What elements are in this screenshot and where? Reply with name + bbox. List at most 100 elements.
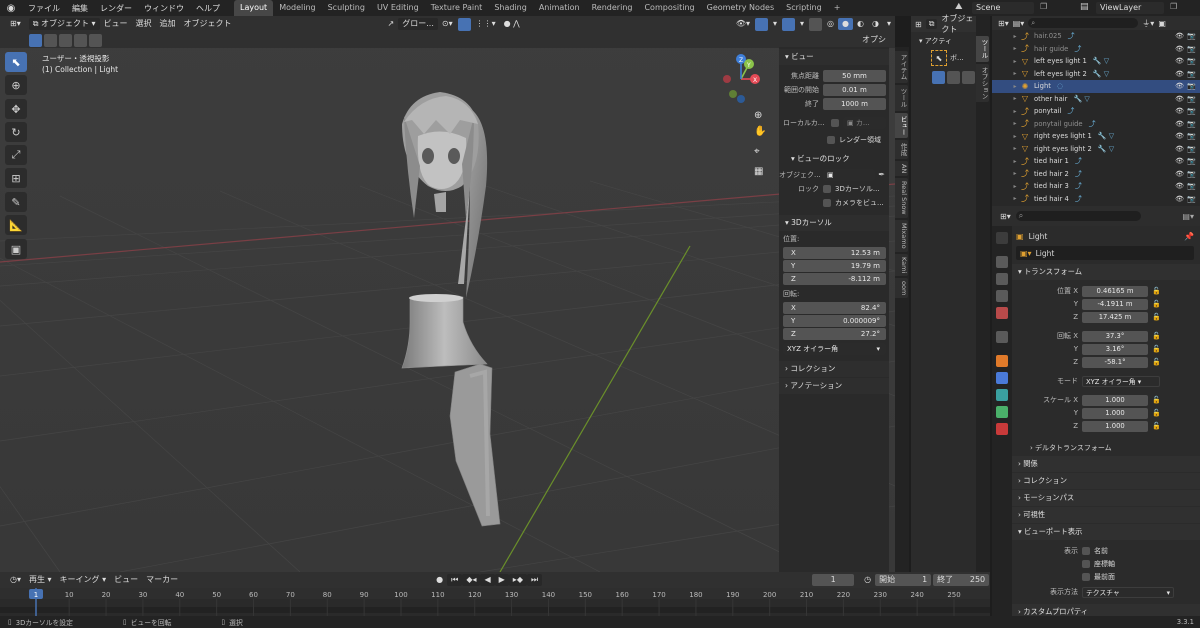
cursor-loc-x-field[interactable]: X 12.53 m: [783, 247, 886, 259]
local-camera-checkbox[interactable]: [831, 118, 839, 127]
outliner-row[interactable]: ▸ ⤴ hair.025 ⤴ 👁 📷: [992, 30, 1200, 43]
outliner-row[interactable]: ▸ ⤴ ponytail guide ⤴ 👁 📷: [992, 118, 1200, 131]
scale-y-field[interactable]: 1.000: [1082, 407, 1148, 419]
overlay-dropdown-icon[interactable]: ▾: [796, 18, 808, 30]
workspace-tab-texture-paint[interactable]: Texture Paint: [425, 0, 489, 16]
start-frame-field[interactable]: 開始 1: [875, 574, 932, 586]
pin-icon[interactable]: 📌: [1184, 232, 1194, 241]
location-y-field[interactable]: -4.1911 m: [1082, 298, 1148, 310]
location-x-field[interactable]: 0.46165 m: [1082, 285, 1148, 297]
eye-icon[interactable]: 👁: [1175, 195, 1184, 203]
transform-orientation-selector[interactable]: グロー...: [398, 18, 438, 30]
rotation-mode-dropdown[interactable]: XYZ オイラー角 ▾: [1082, 375, 1160, 387]
object-props-tab-icon[interactable]: [996, 355, 1008, 367]
menu-render[interactable]: レンダー: [94, 3, 138, 14]
cursor-loc-y-field[interactable]: Y 19.79 m: [783, 260, 886, 272]
cursor-tool-icon[interactable]: ⊕: [5, 75, 27, 95]
lock-camera-checkbox[interactable]: [823, 198, 831, 207]
workspace-tab-geometry-nodes[interactable]: Geometry Nodes: [701, 0, 780, 16]
sidebar-tab-kami[interactable]: Kami: [895, 253, 908, 276]
rotation-z-field[interactable]: -58.1°: [1082, 356, 1148, 368]
output-props-tab-icon[interactable]: [996, 273, 1008, 285]
menu-help[interactable]: ヘルプ: [190, 3, 226, 14]
viewport-menu-object[interactable]: オブジェクト: [180, 18, 236, 30]
outliner-row[interactable]: ▸ ⤴ tied hair 1 ⤴ 👁 📷: [992, 155, 1200, 168]
collection-section-header[interactable]: › コレクション: [779, 361, 889, 377]
render-camera-icon[interactable]: 📷: [1187, 145, 1196, 153]
expand-arrow-icon[interactable]: ▸: [1010, 95, 1020, 102]
end-frame-field[interactable]: 終了 250: [933, 574, 990, 586]
render-camera-icon[interactable]: 📷: [1187, 107, 1196, 115]
outliner-row[interactable]: ▸ ⤴ hair guide ⤴ 👁 📷: [992, 43, 1200, 56]
blender-logo-icon[interactable]: ◉: [0, 3, 22, 14]
3d-cursor-section-header[interactable]: ▾ 3Dカーソル: [779, 215, 889, 231]
outliner-row[interactable]: ▸ ▽ right eyes light 2 🔧 ▽ 👁 📷: [992, 143, 1200, 156]
sidebar-tab-oom[interactable]: oom: [895, 277, 908, 299]
gizmo-toggle-icon[interactable]: [755, 17, 769, 31]
view-section-header[interactable]: ▾ ビュー: [779, 49, 889, 65]
select-new-icon[interactable]: [932, 71, 945, 84]
expand-arrow-icon[interactable]: ▸: [1010, 158, 1020, 165]
editor-type-icon[interactable]: ⊞: [915, 20, 922, 29]
tool-tab-options[interactable]: オプション: [976, 63, 989, 102]
object-mode-icon[interactable]: ⧉: [925, 19, 938, 29]
lock-icon[interactable]: 🔓: [1152, 396, 1161, 404]
expand-arrow-icon[interactable]: ▸: [1010, 108, 1020, 115]
timeline-view-menu[interactable]: ビュー: [110, 574, 142, 586]
viewport-menu-view[interactable]: ビュー: [100, 18, 132, 30]
new-collection-icon[interactable]: ▣: [1158, 19, 1166, 28]
select-new-icon[interactable]: [29, 34, 42, 47]
render-camera-icon[interactable]: 📷: [1187, 170, 1196, 178]
lock-icon[interactable]: 🔓: [1152, 358, 1161, 366]
jump-end-icon[interactable]: ⏭: [526, 574, 543, 586]
render-camera-icon[interactable]: 📷: [1187, 132, 1196, 140]
shading-rendered-icon[interactable]: ◑: [868, 18, 883, 30]
expand-arrow-icon[interactable]: ▸: [1010, 183, 1020, 190]
outliner-row[interactable]: ▸ ⤴ tied hair 3 ⤴ 👁 📷: [992, 180, 1200, 193]
timeline-marker-menu[interactable]: マーカー: [142, 574, 182, 586]
display-as-dropdown[interactable]: テクスチャ ▾: [1082, 586, 1174, 598]
timeline-ruler[interactable]: 1102030405060708090100110120130140150160…: [0, 588, 990, 616]
jump-keyframe-back-icon[interactable]: ◆◂: [462, 574, 481, 586]
render-region-checkbox[interactable]: [827, 136, 835, 144]
lock-object-field[interactable]: ▣: [823, 168, 876, 181]
select-extend-icon[interactable]: [947, 71, 960, 84]
scale-x-field[interactable]: 1.000: [1082, 394, 1148, 406]
outliner-row[interactable]: ▸ ✺ Light ◌ 👁 📷: [992, 80, 1200, 93]
options-icon[interactable]: ▤▾: [1182, 212, 1194, 221]
viewport-display-section-header[interactable]: ▾ ビューポート表示: [1012, 524, 1200, 540]
measure-tool-icon[interactable]: 📐: [5, 215, 27, 235]
expand-arrow-icon[interactable]: ▸: [1010, 120, 1020, 127]
annotate-tool-icon[interactable]: ✎: [5, 192, 27, 212]
render-camera-icon[interactable]: 📷: [1187, 120, 1196, 128]
outliner-row[interactable]: ▸ ⤴ tied hair 2 ⤴ 👁 📷: [992, 168, 1200, 181]
eyedropper-icon[interactable]: ✒: [878, 170, 885, 179]
current-frame-field[interactable]: 1: [812, 574, 855, 586]
filter-icon[interactable]: ⏚▾: [1142, 18, 1154, 29]
eye-icon[interactable]: 👁: [1175, 107, 1184, 115]
tool-props-tab-icon[interactable]: [996, 232, 1008, 244]
show-name-checkbox[interactable]: [1082, 547, 1090, 555]
expand-arrow-icon[interactable]: ▸: [1010, 33, 1020, 40]
workspace-tab-uv-editing[interactable]: UV Editing: [371, 0, 425, 16]
sidebar-tab-tool[interactable]: ツール: [895, 85, 908, 111]
jump-keyframe-forward-icon[interactable]: ▸◆: [508, 574, 527, 586]
lock-icon[interactable]: 🔓: [1152, 287, 1161, 295]
display-mode-icon[interactable]: ▤▾: [1013, 19, 1025, 28]
clip-end-field[interactable]: 1000 m: [823, 97, 886, 110]
workspace-tab-animation[interactable]: Animation: [533, 0, 586, 16]
scale-tool-icon[interactable]: ⤢: [5, 145, 27, 165]
visibility-section-header[interactable]: › 可視性: [1012, 507, 1200, 523]
gizmo-dropdown-icon[interactable]: ▾: [769, 18, 781, 30]
render-camera-icon[interactable]: 📷: [1187, 182, 1196, 190]
outliner-row[interactable]: ▸ ▽ left eyes light 2 🔧 ▽ 👁 📷: [992, 68, 1200, 81]
viewport-options-button[interactable]: オプション: [858, 34, 895, 56]
transform-tool-icon[interactable]: ⊞: [5, 168, 27, 188]
sidebar-tab-create[interactable]: 作成: [895, 140, 908, 159]
select-box-tool-icon[interactable]: ⬉: [5, 52, 27, 72]
snap-target-icon[interactable]: ⋮⋮▾: [472, 18, 500, 30]
render-camera-icon[interactable]: 📷: [1187, 157, 1196, 165]
proportional-edit-icon[interactable]: ● ⋀: [500, 18, 524, 30]
scene-selector[interactable]: Scene: [972, 2, 1034, 14]
expand-arrow-icon[interactable]: ▸: [1010, 70, 1020, 77]
